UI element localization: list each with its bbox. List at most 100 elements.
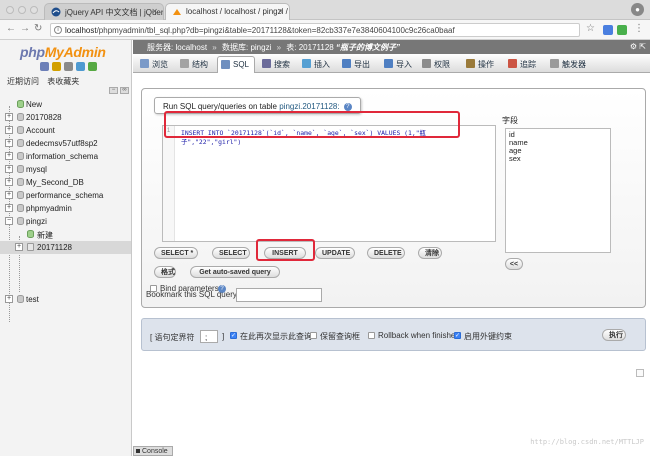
- format-button[interactable]: 格式: [154, 266, 176, 278]
- expand-icon[interactable]: +: [5, 165, 13, 173]
- fields-listbox[interactable]: id name age sex: [505, 128, 611, 253]
- tab-browse[interactable]: 浏览: [137, 56, 168, 73]
- extension-translate-icon[interactable]: [603, 25, 613, 35]
- help-icon[interactable]: ?: [343, 102, 352, 111]
- insert-field-button[interactable]: <<: [505, 258, 523, 270]
- browser-tab-jquery[interactable]: jQuery API 中文文档 | jQuery A ✕: [44, 3, 164, 20]
- bookmark-input[interactable]: [236, 288, 322, 302]
- breadcrumb-database[interactable]: pingzi: [250, 43, 271, 52]
- bookmark-label: Bookmark this SQL query:: [146, 290, 240, 299]
- tree-item-performance-schema[interactable]: + performance_schema: [0, 189, 131, 202]
- privileges-icon: [422, 59, 431, 68]
- tree-item-account[interactable]: + Account: [0, 124, 131, 137]
- foreign-keys-checkbox[interactable]: [454, 332, 461, 339]
- delimiter-input[interactable]: ;: [200, 330, 218, 343]
- breadcrumb-server[interactable]: localhost: [175, 43, 207, 52]
- select-star-button[interactable]: SELECT *: [154, 247, 198, 259]
- collapse-icon[interactable]: ⇱: [639, 42, 646, 51]
- tree-item-mysql[interactable]: + mysql: [0, 163, 131, 176]
- tree-item-dedecms[interactable]: + dedecmsv57utf8sp2: [0, 137, 131, 150]
- tab-sql[interactable]: SQL: [217, 56, 255, 73]
- select-button[interactable]: SELECT: [212, 247, 250, 259]
- field-option[interactable]: age: [509, 147, 607, 155]
- link-icon[interactable]: ∞: [120, 87, 129, 94]
- browser-tab-phpmyadmin[interactable]: localhost / localhost / pingzi / 2 ✕: [165, 3, 290, 20]
- triggers-icon: [550, 59, 559, 68]
- tab-structure[interactable]: 结构: [177, 56, 208, 73]
- tab-triggers[interactable]: 触发器: [547, 56, 586, 73]
- tree-item-new-table[interactable]: 新建: [0, 228, 131, 241]
- show-query-again-checkbox[interactable]: [230, 332, 237, 339]
- tab-operations[interactable]: 操作: [463, 56, 494, 73]
- expand-icon[interactable]: +: [5, 204, 13, 212]
- expand-icon[interactable]: +: [5, 139, 13, 147]
- tree-item-information-schema[interactable]: + information_schema: [0, 150, 131, 163]
- back-icon[interactable]: ←: [6, 23, 16, 34]
- get-auto-saved-query-button[interactable]: Get auto-saved query: [190, 266, 280, 278]
- legend-table-link[interactable]: pingzi.20171128:: [279, 102, 339, 111]
- field-option[interactable]: sex: [509, 155, 607, 163]
- extension-icon[interactable]: [617, 25, 627, 35]
- collapse-icon[interactable]: −: [5, 217, 13, 225]
- url-path: /phpmyadmin/tbl_sql.php?db=pingzi&table=…: [96, 26, 455, 35]
- tree-item-20170828[interactable]: + 20170828: [0, 111, 131, 124]
- expand-icon[interactable]: +: [5, 126, 13, 134]
- delete-button[interactable]: DELETE: [367, 247, 405, 259]
- info-icon[interactable]: i: [54, 26, 62, 34]
- tab-privileges[interactable]: 权限: [419, 56, 450, 73]
- tree-item-pingzi[interactable]: − pingzi: [0, 215, 131, 228]
- expand-icon[interactable]: +: [15, 243, 23, 251]
- browser-tab-title: jQuery API 中文文档 | jQuery A: [65, 8, 164, 17]
- reload-icon[interactable]: ↻: [34, 23, 42, 34]
- menu-icon[interactable]: ⋮: [634, 23, 644, 34]
- console-toggle[interactable]: Console: [133, 446, 173, 456]
- go-button[interactable]: 执行: [602, 329, 626, 341]
- tab-export[interactable]: 导出: [339, 56, 370, 73]
- tab-search[interactable]: 搜索: [259, 56, 290, 73]
- favorite-tables-link[interactable]: 表收藏夹: [47, 77, 79, 86]
- collapse-all-icon[interactable]: −: [109, 87, 118, 94]
- home-icon[interactable]: [40, 62, 49, 71]
- tree-item-my-second-db[interactable]: + My_Second_DB: [0, 176, 131, 189]
- keep-query-box-checkbox[interactable]: [310, 332, 317, 339]
- close-icon[interactable]: ✕: [151, 7, 158, 16]
- tab-import[interactable]: 导入: [381, 56, 412, 73]
- exit-icon[interactable]: [52, 62, 61, 71]
- expand-icon[interactable]: +: [5, 152, 13, 160]
- tab-insert[interactable]: 插入: [299, 56, 330, 73]
- breadcrumb-table[interactable]: 20171128: [299, 43, 334, 52]
- expand-icon[interactable]: +: [5, 295, 13, 303]
- window-close-button[interactable]: [6, 6, 14, 14]
- line-number-gutter: 1: [163, 126, 175, 241]
- expand-icon[interactable]: +: [5, 178, 13, 186]
- docs-icon[interactable]: [64, 62, 73, 71]
- tab-tracking[interactable]: 追踪: [505, 56, 536, 73]
- star-icon[interactable]: ☆: [586, 23, 595, 34]
- rollback-checkbox[interactable]: [368, 332, 375, 339]
- insert-icon: [302, 59, 311, 68]
- recent-tables-link[interactable]: 近期访问: [7, 77, 39, 86]
- expand-icon[interactable]: +: [5, 113, 13, 121]
- page-settings-icon[interactable]: [636, 369, 644, 377]
- reload-navigation-icon[interactable]: [88, 62, 97, 71]
- phpmyadmin-logo[interactable]: phpMyAdmin: [20, 44, 106, 60]
- sql-query-textarea[interactable]: 1 INSERT INTO `20171128`(`id`, `name`, `…: [162, 125, 496, 242]
- window-zoom-button[interactable]: [30, 6, 38, 14]
- url-input[interactable]: i localhost/phpmyadmin/tbl_sql.php?db=pi…: [50, 23, 580, 37]
- new-icon: [17, 100, 24, 108]
- clear-button[interactable]: 清除: [418, 247, 442, 259]
- table-label: 表:: [286, 43, 297, 52]
- tree-item-20171128[interactable]: + 20171128: [0, 241, 131, 254]
- update-button[interactable]: UPDATE: [315, 247, 355, 259]
- expand-icon[interactable]: +: [5, 191, 13, 199]
- tree-item-phpmyadmin[interactable]: + phpmyadmin: [0, 202, 131, 215]
- close-icon[interactable]: ✕: [277, 7, 284, 16]
- account-icon[interactable]: ●: [631, 3, 644, 16]
- forward-icon[interactable]: →: [20, 23, 30, 34]
- window-minimize-button[interactable]: [18, 6, 26, 14]
- tree-item-test[interactable]: + test: [0, 293, 131, 306]
- settings-icon[interactable]: [76, 62, 85, 71]
- tree-item-new[interactable]: New: [0, 98, 131, 111]
- gear-icon[interactable]: ⚙: [630, 42, 637, 51]
- field-option[interactable]: name: [509, 139, 607, 147]
